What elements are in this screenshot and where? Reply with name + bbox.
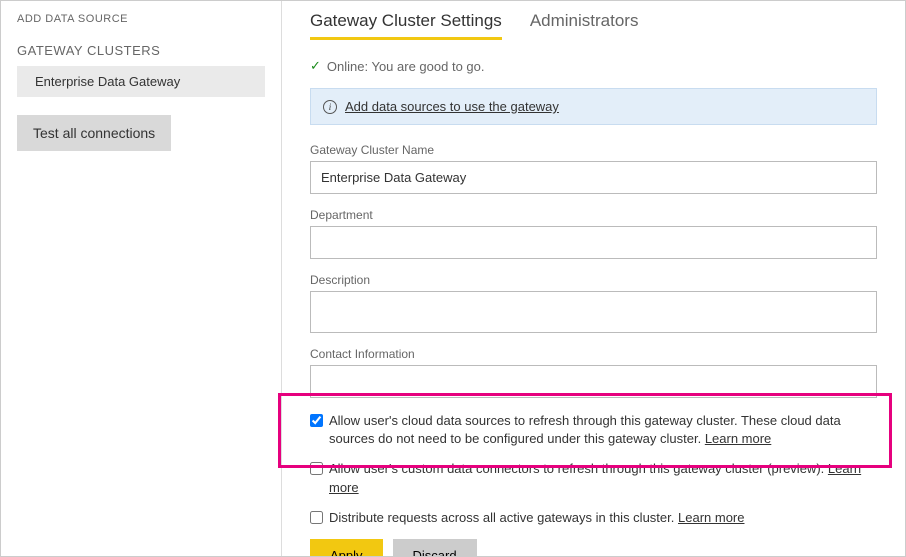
tab-bar: Gateway Cluster Settings Administrators [310, 11, 877, 40]
distribute-requests-label: Distribute requests across all active ga… [329, 509, 877, 527]
allow-custom-connectors-row: Allow user's custom data connectors to r… [310, 460, 877, 496]
tab-administrators[interactable]: Administrators [530, 11, 639, 40]
department-label: Department [310, 208, 877, 222]
status-row: ✓ Online: You are good to go. [310, 58, 877, 74]
status-text: Online: You are good to go. [327, 59, 485, 74]
checkmark-icon: ✓ [310, 58, 321, 74]
description-label: Description [310, 273, 877, 287]
allow-cloud-refresh-row: Allow user's cloud data sources to refre… [310, 412, 877, 448]
department-input[interactable] [310, 226, 877, 259]
cluster-name-input[interactable] [310, 161, 877, 194]
add-data-source-title: ADD DATA SOURCE [17, 13, 265, 25]
main-panel: Gateway Cluster Settings Administrators … [282, 1, 905, 556]
gateway-clusters-heading: GATEWAY CLUSTERS [17, 43, 265, 58]
contact-input[interactable] [310, 365, 877, 398]
learn-more-link-distribute[interactable]: Learn more [678, 510, 744, 525]
description-input[interactable] [310, 291, 877, 333]
sidebar-item-enterprise-gateway[interactable]: Enterprise Data Gateway [17, 66, 265, 97]
distribute-requests-checkbox[interactable] [310, 511, 323, 524]
distribute-requests-row: Distribute requests across all active ga… [310, 509, 877, 527]
allow-cloud-refresh-label: Allow user's cloud data sources to refre… [329, 412, 877, 448]
allow-cloud-refresh-checkbox[interactable] [310, 414, 323, 427]
sidebar: ADD DATA SOURCE GATEWAY CLUSTERS Enterpr… [1, 1, 281, 556]
contact-label: Contact Information [310, 347, 877, 361]
tab-gateway-cluster-settings[interactable]: Gateway Cluster Settings [310, 11, 502, 40]
info-banner: i Add data sources to use the gateway [310, 88, 877, 125]
test-all-connections-button[interactable]: Test all connections [17, 115, 171, 151]
allow-custom-connectors-label: Allow user's custom data connectors to r… [329, 460, 877, 496]
discard-button[interactable]: Discard [393, 539, 477, 556]
action-buttons: Apply Discard [310, 539, 877, 556]
apply-button[interactable]: Apply [310, 539, 383, 556]
cluster-name-label: Gateway Cluster Name [310, 143, 877, 157]
add-data-sources-link[interactable]: Add data sources to use the gateway [345, 99, 559, 114]
learn-more-link-cloud[interactable]: Learn more [705, 431, 771, 446]
info-icon: i [323, 100, 337, 114]
allow-custom-connectors-checkbox[interactable] [310, 462, 323, 475]
